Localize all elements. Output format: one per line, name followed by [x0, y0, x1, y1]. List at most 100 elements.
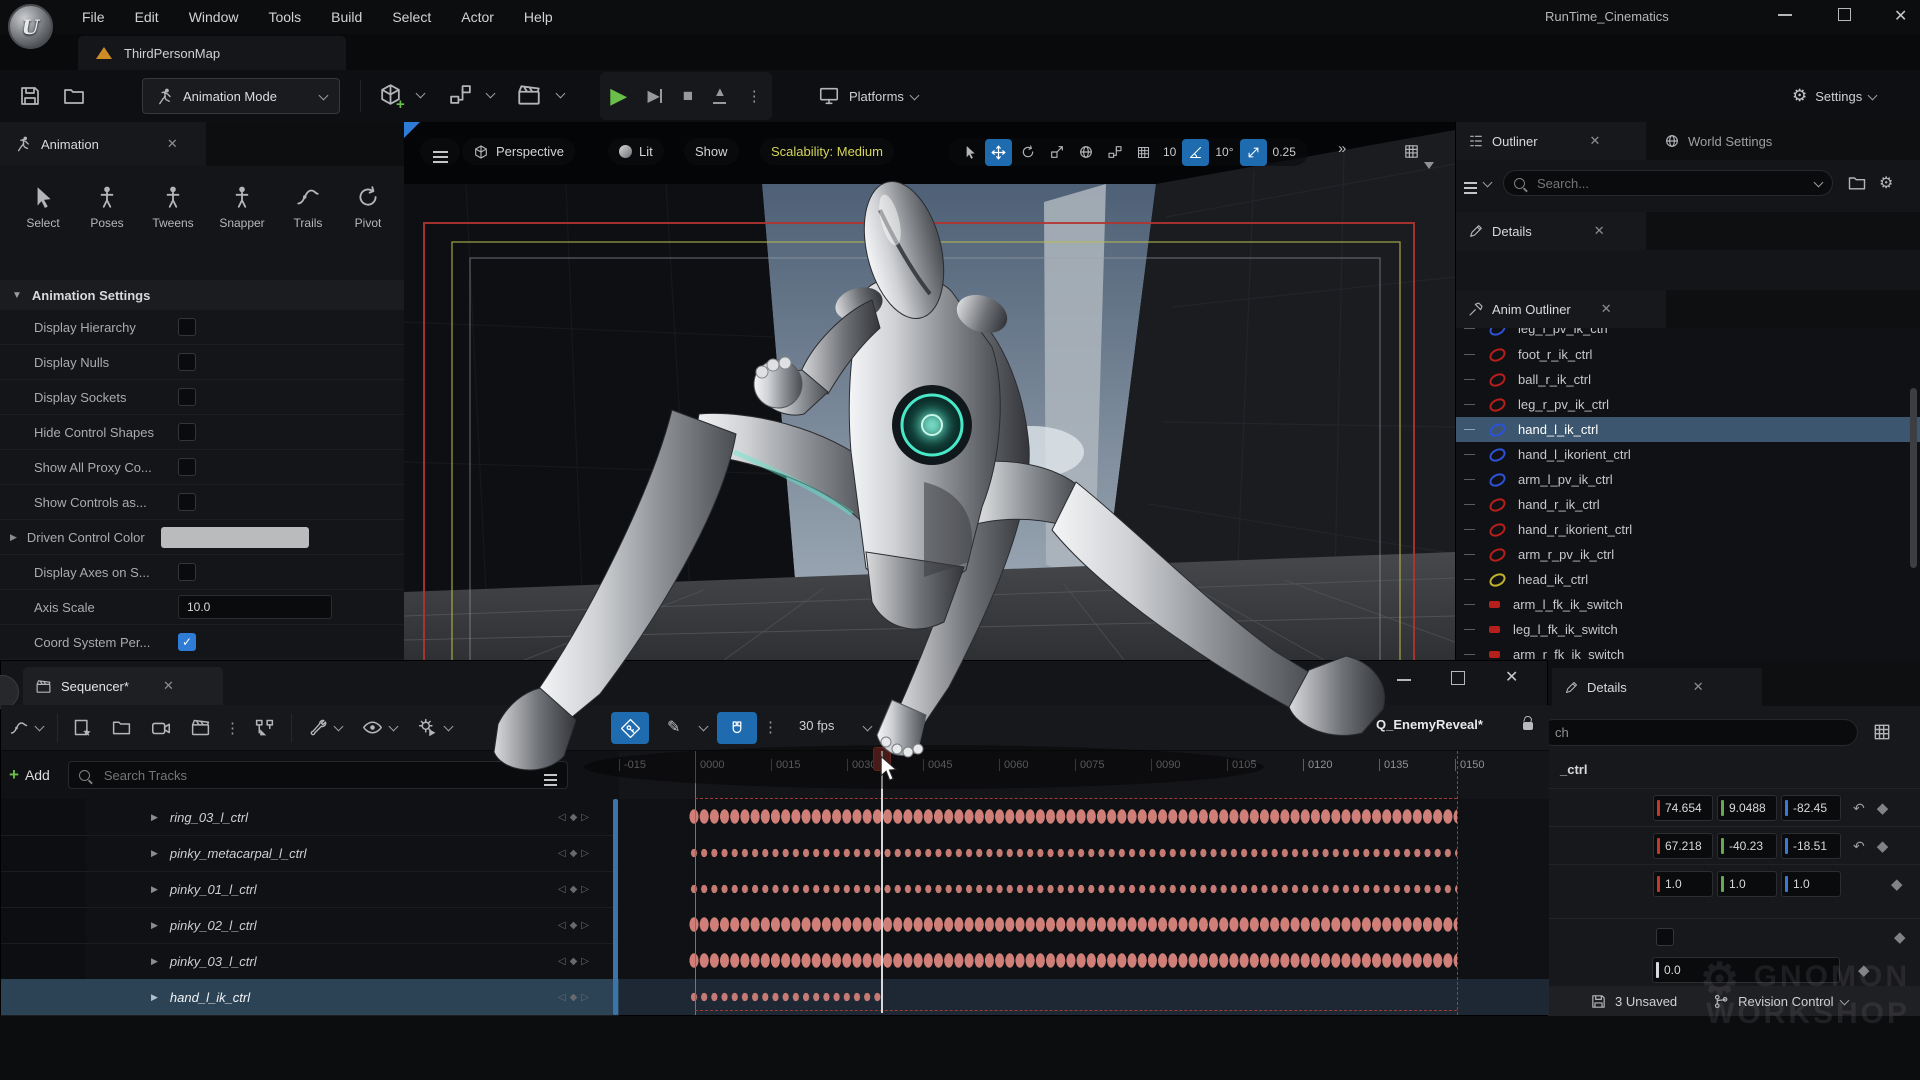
key-nav-icons[interactable]: ◁◆▷	[558, 848, 593, 859]
outliner-search-input[interactable]	[1535, 175, 1769, 192]
tab-outliner[interactable]: Outliner ✕	[1456, 122, 1646, 160]
track-search-box[interactable]	[68, 761, 568, 789]
list-item[interactable]: leg_r_pv_ik_ctrl	[1456, 392, 1920, 417]
scale-z-field[interactable]: 1.0	[1781, 871, 1841, 897]
animation-settings-header[interactable]: ▼ Animation Settings	[0, 280, 404, 310]
browse-sequence-icon[interactable]	[111, 717, 132, 738]
scale-tool-icon[interactable]	[1043, 139, 1070, 166]
checkbox[interactable]	[1656, 928, 1674, 946]
save-icon[interactable]	[18, 84, 42, 108]
viewport[interactable]	[404, 122, 1455, 660]
checkbox[interactable]	[178, 458, 196, 476]
menu-tools[interactable]: Tools	[268, 9, 301, 25]
sequencer-minimize-icon[interactable]	[1397, 679, 1411, 681]
tab-details-float[interactable]: Details ✕	[1552, 668, 1762, 706]
scale-snap-icon[interactable]	[1240, 139, 1267, 166]
snap-options-icon[interactable]: ⋮	[763, 718, 778, 736]
chevron-down-icon[interactable]	[389, 722, 399, 732]
wrench-icon[interactable]	[308, 718, 328, 738]
work-range-start[interactable]	[695, 751, 696, 1015]
close-icon[interactable]: ✕	[1590, 133, 1601, 149]
tab-world-settings[interactable]: World Settings	[1652, 122, 1872, 160]
tool-tweens[interactable]: Tweens	[142, 184, 204, 230]
rotation-snap-icon[interactable]	[1182, 139, 1209, 166]
track-row[interactable]: ▶ pinky_03_l_ctrl ◁◆▷	[1, 943, 619, 980]
details-search-box[interactable]	[1540, 719, 1858, 746]
perspective-dropdown[interactable]: Perspective	[462, 138, 575, 165]
show-dropdown[interactable]: Show	[684, 138, 739, 165]
expand-arrow-icon[interactable]: ▶	[151, 812, 158, 823]
track-row-selected[interactable]: ▶ hand_l_ik_ctrl ◁◆▷	[1, 979, 619, 1016]
grid-snap-icon[interactable]	[1130, 139, 1157, 166]
hierarchy-icon[interactable]	[254, 717, 275, 738]
lit-dropdown[interactable]: Lit	[608, 138, 664, 165]
frame-skip-button[interactable]: ▶	[648, 86, 663, 106]
menu-file[interactable]: File	[82, 9, 105, 25]
rotation-snap-value[interactable]: 10°	[1215, 145, 1233, 159]
keyframes-pinky-metacarpal[interactable]	[689, 848, 1457, 858]
extra-value-field[interactable]: 0.0	[1652, 957, 1840, 983]
sequencer-close-icon[interactable]: ✕	[1505, 667, 1518, 687]
expand-arrow-icon[interactable]: ▶	[151, 848, 158, 859]
tool-pivot[interactable]: Pivot	[342, 184, 394, 230]
scale-snap-value[interactable]: 0.25	[1273, 145, 1296, 159]
lock-icon[interactable]	[1523, 722, 1533, 730]
chevron-down-icon[interactable]	[444, 722, 454, 732]
menu-build[interactable]: Build	[331, 9, 362, 25]
render-movie-icon[interactable]	[190, 717, 211, 738]
tool-snapper[interactable]: Snapper	[210, 184, 274, 230]
close-icon[interactable]: ✕	[1693, 679, 1704, 695]
display-filter-icon[interactable]	[1872, 722, 1892, 742]
viewport-menu-button[interactable]	[420, 138, 460, 165]
rotation-z-field[interactable]: -18.51	[1781, 833, 1841, 859]
expand-arrow-icon[interactable]: ▶	[10, 532, 17, 543]
menu-window[interactable]: Window	[189, 9, 239, 25]
chevron-down-icon[interactable]	[334, 722, 344, 732]
checkbox-checked[interactable]: ✓	[178, 633, 196, 651]
list-item[interactable]: leg_l_fk_ik_switch	[1456, 617, 1920, 642]
list-item[interactable]: head_ik_ctrl	[1456, 567, 1920, 592]
filter-icon[interactable]	[1464, 182, 1477, 184]
curve-editor-icon[interactable]	[9, 718, 29, 738]
list-item[interactable]: ball_r_ik_ctrl	[1456, 367, 1920, 392]
checkbox[interactable]	[178, 318, 196, 336]
reset-icon[interactable]: ↶	[1853, 838, 1865, 855]
list-item[interactable]: hand_r_ik_ctrl	[1456, 492, 1920, 517]
track-search-input[interactable]	[102, 767, 486, 784]
list-item[interactable]: hand_r_ikorient_ctrl	[1456, 517, 1920, 542]
menu-actor[interactable]: Actor	[461, 9, 494, 25]
outliner-settings-gear-icon[interactable]: ⚙	[1879, 173, 1893, 193]
checkbox[interactable]	[178, 493, 196, 511]
keyframe-area[interactable]	[619, 799, 1549, 1015]
animation-mode-dropdown[interactable]: Animation Mode	[142, 78, 340, 114]
checkbox[interactable]	[178, 353, 196, 371]
more-options-icon[interactable]: ⋮	[225, 719, 240, 737]
expand-arrow-icon[interactable]: ▶	[151, 956, 158, 967]
chevron-down-icon[interactable]	[1483, 177, 1493, 187]
autokey-icon[interactable]	[611, 712, 649, 744]
keyframe-icon[interactable]: ◆	[1894, 928, 1906, 946]
platforms-dropdown[interactable]: Platforms	[818, 82, 918, 110]
eye-icon[interactable]	[362, 717, 383, 738]
checkbox[interactable]	[178, 563, 196, 581]
tab-animation[interactable]: Animation ✕	[0, 122, 206, 166]
surface-snap-icon[interactable]	[1101, 139, 1128, 166]
cinematics-icon[interactable]	[516, 82, 542, 108]
key-nav-icons[interactable]: ◁◆▷	[558, 956, 593, 967]
expand-arrow-icon[interactable]: ▶	[151, 920, 158, 931]
keyframes-pinky01[interactable]	[689, 884, 1457, 894]
key-nav-icons[interactable]: ◁◆▷	[558, 920, 593, 931]
key-nav-icons[interactable]: ◁◆▷	[558, 884, 593, 895]
track-row[interactable]: ▶ pinky_02_l_ctrl ◁◆▷	[1, 907, 619, 944]
tool-poses[interactable]: Poses	[78, 184, 136, 230]
list-item[interactable]: arm_l_fk_ik_switch	[1456, 592, 1920, 617]
checkbox[interactable]	[178, 388, 196, 406]
keyframes-hand-l-ik[interactable]	[689, 992, 881, 1002]
scale-y-field[interactable]: 1.0	[1717, 871, 1777, 897]
toolbar-overflow-icon[interactable]: »	[1338, 140, 1346, 157]
keyframes-pinky02[interactable]	[689, 917, 1457, 932]
expand-arrow-icon[interactable]: ▶	[151, 884, 158, 895]
keyframes-ring03[interactable]	[689, 809, 1457, 824]
close-icon[interactable]: ✕	[1594, 223, 1605, 239]
outliner-search-box[interactable]	[1503, 170, 1833, 196]
